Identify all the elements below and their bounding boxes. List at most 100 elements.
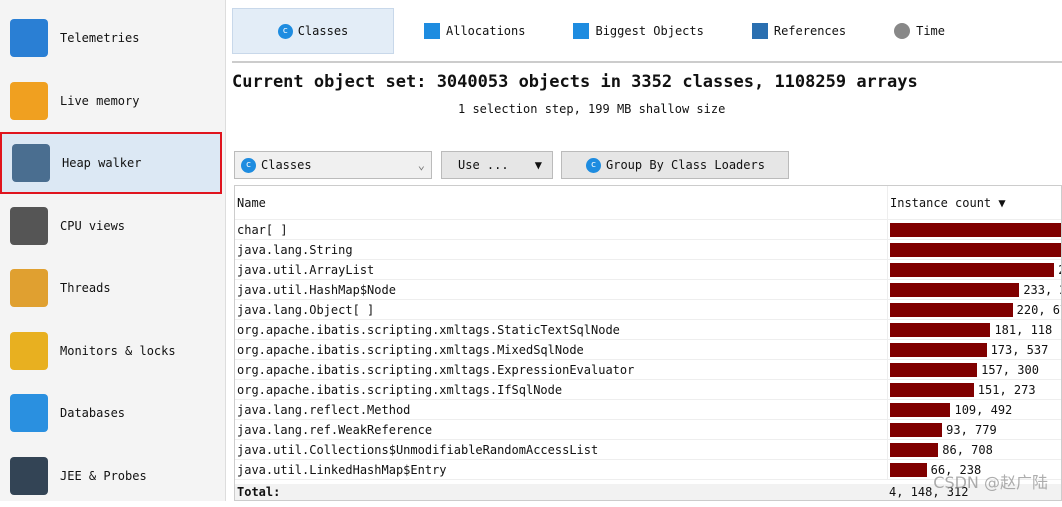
object-set-subtitle: 1 selection step, 199 MB shallow size — [458, 102, 726, 116]
gauge-icon — [10, 456, 48, 495]
instance-count: 157, 300 — [981, 362, 1039, 377]
watermark: CSDN @赵广陆 — [933, 473, 1048, 492]
sidebar: Telemetries Live memory Heap walker CPU vie… — [0, 0, 226, 501]
view-select[interactable]: c Classes ⌄ — [234, 151, 432, 179]
instance-count: 93, 779 — [946, 422, 997, 437]
group-by-class-loaders-button[interactable]: c Group By Class Loaders — [561, 151, 789, 179]
class-name: org.apache.ibatis.scripting.xmltags.Mixe… — [237, 342, 584, 357]
tab-biggest-objects[interactable]: Biggest Objects — [555, 8, 721, 54]
sidebar-item-telemetries[interactable]: Telemetries — [0, 7, 222, 69]
table-row[interactable]: java.lang.reflect.Method 109, 492 — [235, 400, 1061, 420]
sidebar-item-label: Threads — [60, 281, 111, 295]
class-icon: c — [241, 157, 256, 173]
sidebar-item-live-memory[interactable]: Live memory — [0, 70, 222, 132]
instance-count-bar — [890, 422, 943, 437]
class-name: java.lang.reflect.Method — [237, 402, 411, 417]
instance-count: 233, 209 — [1023, 282, 1061, 297]
table-row[interactable]: org.apache.ibatis.scripting.xmltags.Expr… — [235, 360, 1061, 380]
instance-count-bar — [890, 302, 1013, 317]
sidebar-item-cpu-views[interactable]: CPU views — [0, 195, 222, 257]
instance-count: 151, 273 — [977, 382, 1036, 397]
instance-count: 109, 492 — [954, 402, 1013, 417]
instance-count-bar — [890, 242, 1061, 257]
table-row[interactable]: org.apache.ibatis.scripting.xmltags.Stat… — [235, 320, 1061, 340]
class-name: org.apache.ibatis.scripting.xmltags.Stat… — [237, 322, 620, 337]
tab-label: Allocations — [446, 24, 526, 38]
table-row[interactable]: java.util.Collections$UnmodifiableRandom… — [235, 440, 1061, 460]
view-tabs: c Classes Allocations Biggest Objects Refere… — [232, 8, 1062, 63]
database-icon — [10, 394, 48, 432]
instance-count-bar — [890, 362, 978, 377]
table-row[interactable]: org.apache.ibatis.scripting.xmltags.Mixe… — [235, 340, 1061, 360]
use-label: Use ... — [458, 158, 509, 172]
table-row[interactable]: java.util.ArrayList 296, 5 — [235, 260, 1061, 280]
class-name: java.util.HashMap$Node — [237, 282, 396, 297]
group-label: Group By Class Loaders — [606, 158, 765, 172]
table-row[interactable]: org.apache.ibatis.scripting.xmltags.IfSq… — [235, 380, 1061, 400]
class-name: org.apache.ibatis.scripting.xmltags.IfSq… — [237, 382, 563, 397]
class-icon: c — [277, 23, 293, 39]
object-set-title: Current object set: 3040053 objects in 3… — [232, 72, 918, 92]
tab-references[interactable]: References — [734, 8, 864, 54]
sidebar-item-monitors-locks[interactable]: Monitors & locks — [0, 320, 222, 382]
table-row[interactable]: java.lang.Object[ ] 220, 671 — [235, 300, 1061, 320]
heap-walker-icon — [12, 144, 50, 182]
sort-desc-icon: ▼ — [998, 195, 1006, 210]
instance-count-bar — [890, 322, 991, 337]
chevron-down-icon: ⌄ — [417, 158, 425, 172]
sidebar-item-label: Heap walker — [62, 156, 142, 170]
sidebar-item-label: CPU views — [60, 218, 126, 233]
instance-count: 173, 537 — [990, 342, 1049, 357]
class-name: java.util.ArrayList — [237, 262, 375, 277]
total-label: Total: — [237, 485, 281, 499]
instance-count-label: Instance count — [890, 195, 992, 210]
tab-icon — [894, 23, 911, 39]
class-name: java.util.Collections$UnmodifiableRandom… — [237, 442, 599, 457]
sidebar-item-label: Monitors & locks — [60, 343, 176, 358]
tab-label: Classes — [297, 24, 349, 38]
column-header-instance-count[interactable]: Instance count ▼ — [887, 186, 1061, 219]
instance-count: 220, 671 — [1016, 302, 1061, 317]
sidebar-item-label: Live memory — [60, 93, 140, 108]
sidebar-item-threads[interactable]: Threads — [0, 257, 222, 319]
tab-icon — [573, 23, 590, 39]
class-name: char[ ] — [237, 222, 288, 237]
class-name: org.apache.ibatis.scripting.xmltags.Expr… — [237, 362, 635, 377]
sidebar-item-label: JEE & Probes — [60, 468, 147, 483]
use-button[interactable]: Use ... ▼ — [441, 151, 553, 179]
instance-count-bar — [890, 282, 1020, 297]
instance-count-bar — [890, 262, 1055, 277]
sidebar-item-databases[interactable]: Databases — [0, 382, 222, 444]
sidebar-item-label: Databases — [60, 406, 126, 420]
tab-label: References — [773, 24, 847, 38]
live-memory-icon — [10, 81, 48, 120]
tab-icon — [424, 23, 440, 39]
sidebar-item-label: Telemetries — [60, 31, 140, 45]
tab-classes[interactable]: c Classes — [232, 8, 394, 54]
lock-icon — [10, 331, 48, 370]
table-row[interactable]: java.lang.ref.WeakReference 93, 779 — [235, 420, 1061, 440]
telemetries-icon — [10, 19, 48, 57]
main-panel: c Classes Allocations Biggest Objects Refere… — [232, 0, 1062, 501]
threads-icon — [10, 269, 48, 307]
classes-table: Name Instance count ▼ char[ ] java.lang.S… — [234, 185, 1062, 501]
class-name: java.util.LinkedHashMap$Entry — [237, 462, 447, 477]
tab-icon — [751, 23, 768, 39]
instance-count: 181, 118 — [994, 322, 1053, 337]
sidebar-item-heap-walker[interactable]: Heap walker — [0, 132, 222, 194]
dropdown-arrow-icon: ▼ — [534, 158, 542, 172]
instance-count-bar — [890, 342, 987, 357]
instance-count-bar — [890, 382, 974, 397]
sidebar-item-jee-probes[interactable]: JEE & Probes — [0, 445, 222, 507]
instance-count-bar — [890, 462, 927, 477]
column-header-name[interactable]: Name — [235, 196, 887, 210]
table-row[interactable]: char[ ] — [235, 220, 1061, 240]
tab-allocations[interactable]: Allocations — [406, 8, 543, 54]
table-row[interactable]: java.lang.String — [235, 240, 1061, 260]
class-name: java.lang.String — [237, 242, 353, 257]
table-row[interactable]: java.util.HashMap$Node 233, 209 — [235, 280, 1061, 300]
tab-label: Biggest Objects — [595, 24, 704, 38]
tab-time[interactable]: Time — [876, 8, 963, 54]
class-name: java.lang.Object[ ] — [237, 302, 375, 317]
instance-count: 86, 708 — [942, 442, 993, 457]
